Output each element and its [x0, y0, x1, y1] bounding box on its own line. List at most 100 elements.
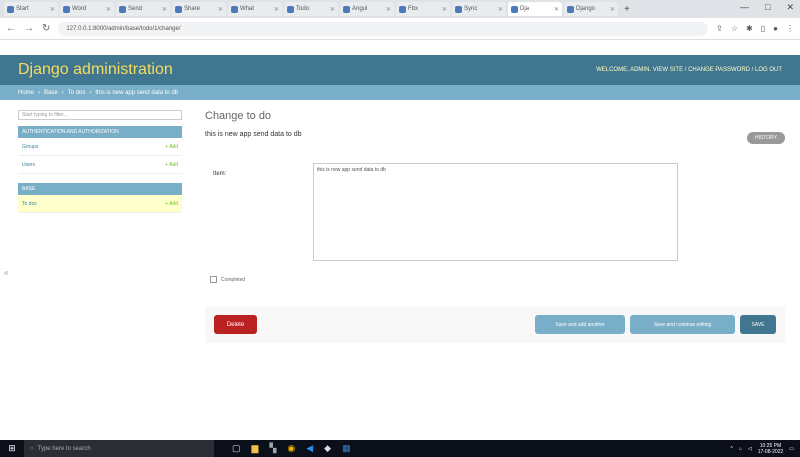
back-icon[interactable]: ← [6, 23, 16, 34]
sidebar-filter-input[interactable]: Start typing to filter... [18, 110, 182, 120]
sidebar-item-label[interactable]: Users [22, 162, 35, 168]
task-view-icon[interactable]: ▢ [232, 443, 241, 454]
tab-favicon-icon [175, 5, 182, 13]
save-button[interactable]: SAVE [740, 315, 776, 334]
minimize-icon[interactable]: — [740, 2, 749, 13]
sidebar-item-label[interactable]: To dos [22, 201, 37, 207]
close-tab-icon[interactable]: ✕ [274, 6, 279, 13]
forward-icon[interactable]: → [24, 23, 34, 34]
taskbar-search-placeholder: Type here to search [37, 445, 91, 452]
reload-icon[interactable]: ↻ [42, 23, 50, 34]
close-tab-icon[interactable]: ✕ [50, 6, 55, 13]
save-buttons: Save and add another Save and continue e… [535, 315, 776, 334]
tab-favicon-icon [567, 5, 574, 13]
chrome-icon[interactable]: ◉ [287, 443, 295, 454]
add-link[interactable]: + Add [165, 201, 178, 207]
star-icon[interactable]: ☆ [731, 24, 738, 33]
tray-chevron-icon[interactable]: ^ [730, 446, 732, 452]
puzzle-icon[interactable]: ✱ [746, 24, 753, 33]
tab-favicon-icon [455, 5, 462, 13]
git-icon[interactable]: ◆ [324, 443, 331, 454]
network-icon[interactable]: ⌂ [739, 446, 742, 452]
clock-time: 10:25 PM [759, 442, 782, 449]
tab-favicon-icon [231, 5, 238, 13]
url-field[interactable]: 127.0.0.1:8000/admin/base/todo/1/change/ [58, 21, 709, 36]
browser-tab[interactable]: Sync ✕ [452, 2, 506, 16]
tab-favicon-icon [511, 5, 518, 13]
close-tab-icon[interactable]: ✕ [442, 6, 447, 13]
history-button[interactable]: HISTORY [746, 132, 785, 144]
completed-label[interactable]: Completed [221, 277, 245, 283]
maximize-icon[interactable]: □ [765, 2, 770, 13]
completed-checkbox[interactable] [210, 276, 217, 283]
browser-tab[interactable]: Angul ✕ [340, 2, 394, 16]
browser-tab-active[interactable]: Dja ✕ [508, 2, 562, 16]
breadcrumb-home[interactable]: Home [18, 90, 34, 96]
sidebar-item-todos[interactable]: To dos + Add [18, 195, 182, 213]
close-tab-icon[interactable]: ✕ [386, 6, 391, 13]
sidebar-item-users[interactable]: Users + Add [18, 156, 182, 174]
close-tab-icon[interactable]: ✕ [330, 6, 335, 13]
tab-favicon-icon [287, 5, 294, 13]
browser-tab[interactable]: What ✕ [228, 2, 282, 16]
menu-icon[interactable]: ⋮ [786, 24, 794, 33]
browser-tab[interactable]: Start ✕ [4, 2, 58, 16]
windows-start-icon[interactable]: ⊞ [4, 443, 20, 454]
breadcrumb-current: this is new app send data to db [95, 89, 179, 96]
sidepanel-icon[interactable]: ▯ [761, 24, 765, 33]
save-and-continue-button[interactable]: Save and continue editing [630, 315, 735, 334]
add-link[interactable]: + Add [165, 162, 178, 168]
browser-tab[interactable]: Word ✕ [60, 2, 114, 16]
app-icon[interactable]: ▦ [342, 443, 351, 454]
nav-sidebar: Start typing to filter... AUTHENTICATION… [18, 110, 182, 213]
search-icon: ○ [30, 445, 34, 452]
new-tab-button[interactable]: + [624, 4, 630, 15]
form-row-item: Item: this is new app send data to db [205, 163, 785, 274]
close-tab-icon[interactable]: ✕ [554, 6, 559, 13]
notifications-icon[interactable]: ▭ [789, 446, 794, 452]
item-textarea[interactable]: this is new app send data to db [313, 163, 678, 261]
clock-date: 17-08-2022 [757, 448, 784, 455]
breadcrumb-app[interactable]: Base [44, 90, 58, 96]
close-tab-icon[interactable]: ✕ [498, 6, 503, 13]
browser-tab[interactable]: Todo ✕ [284, 2, 338, 16]
submit-row: Delete Save and add another Save and con… [205, 306, 785, 343]
volume-icon[interactable]: ◁ [748, 446, 752, 452]
taskbar: ⊞ ○ Type here to search ▢ ▆ ▚ ◉ ◀ ◆ ▦ ^ … [0, 440, 800, 457]
add-link[interactable]: + Add [165, 144, 178, 150]
terminal-icon[interactable]: ▚ [269, 443, 276, 454]
site-brand[interactable]: Django administration [18, 61, 173, 79]
browser-tab[interactable]: Share ✕ [172, 2, 226, 16]
completed-row: Completed [210, 276, 245, 283]
sidebar-toggle-button[interactable]: « [4, 268, 8, 277]
close-tab-icon[interactable]: ✕ [610, 6, 615, 13]
delete-button[interactable]: Delete [214, 315, 257, 334]
sidebar-item-groups[interactable]: Groups + Add [18, 138, 182, 156]
browser-tab[interactable]: Django ✕ [564, 2, 618, 16]
sidebar-item-label[interactable]: Groups [22, 144, 38, 150]
module-caption-base[interactable]: BASE [18, 183, 182, 195]
close-window-icon[interactable]: ✕ [786, 2, 794, 13]
file-explorer-icon[interactable]: ▆ [252, 443, 259, 454]
user-tools[interactable]: WELCOME, ADMIN. VIEW SITE / CHANGE PASSW… [596, 67, 782, 73]
clock[interactable]: 10:25 PM 17-08-2022 [758, 443, 784, 455]
close-tab-icon[interactable]: ✕ [162, 6, 167, 13]
share-icon[interactable]: ⇪ [716, 24, 723, 33]
browser-tab[interactable]: Fbx ✕ [396, 2, 450, 16]
address-toolbar: ← → ↻ 127.0.0.1:8000/admin/base/todo/1/c… [0, 18, 800, 40]
save-and-add-another-button[interactable]: Save and add another [535, 315, 625, 334]
content: Change to do this is new app send data t… [205, 110, 785, 343]
profile-icon[interactable]: ● [773, 24, 778, 33]
browser-tab-strip: Start ✕ Word ✕ Send ✕ Share ✕ What ✕ Todo ✕ An… [0, 0, 800, 18]
browser-tab[interactable]: Send ✕ [116, 2, 170, 16]
close-tab-icon[interactable]: ✕ [218, 6, 223, 13]
module-caption-auth[interactable]: AUTHENTICATION AND AUTHORIZATION [18, 126, 182, 138]
system-tray: ^ ⌂ ◁ 10:25 PM 17-08-2022 ▭ [730, 443, 800, 455]
close-tab-icon[interactable]: ✕ [106, 6, 111, 13]
breadcrumb-model[interactable]: To dos [68, 90, 86, 96]
window-controls: — □ ✕ [740, 2, 794, 13]
extensions: ⇪ ☆ ✱ ▯ ● ⋮ [716, 24, 794, 33]
taskbar-search-input[interactable]: ○ Type here to search [24, 440, 214, 457]
vscode-icon[interactable]: ◀ [306, 443, 313, 454]
object-subtitle: this is new app send data to db [205, 131, 302, 138]
